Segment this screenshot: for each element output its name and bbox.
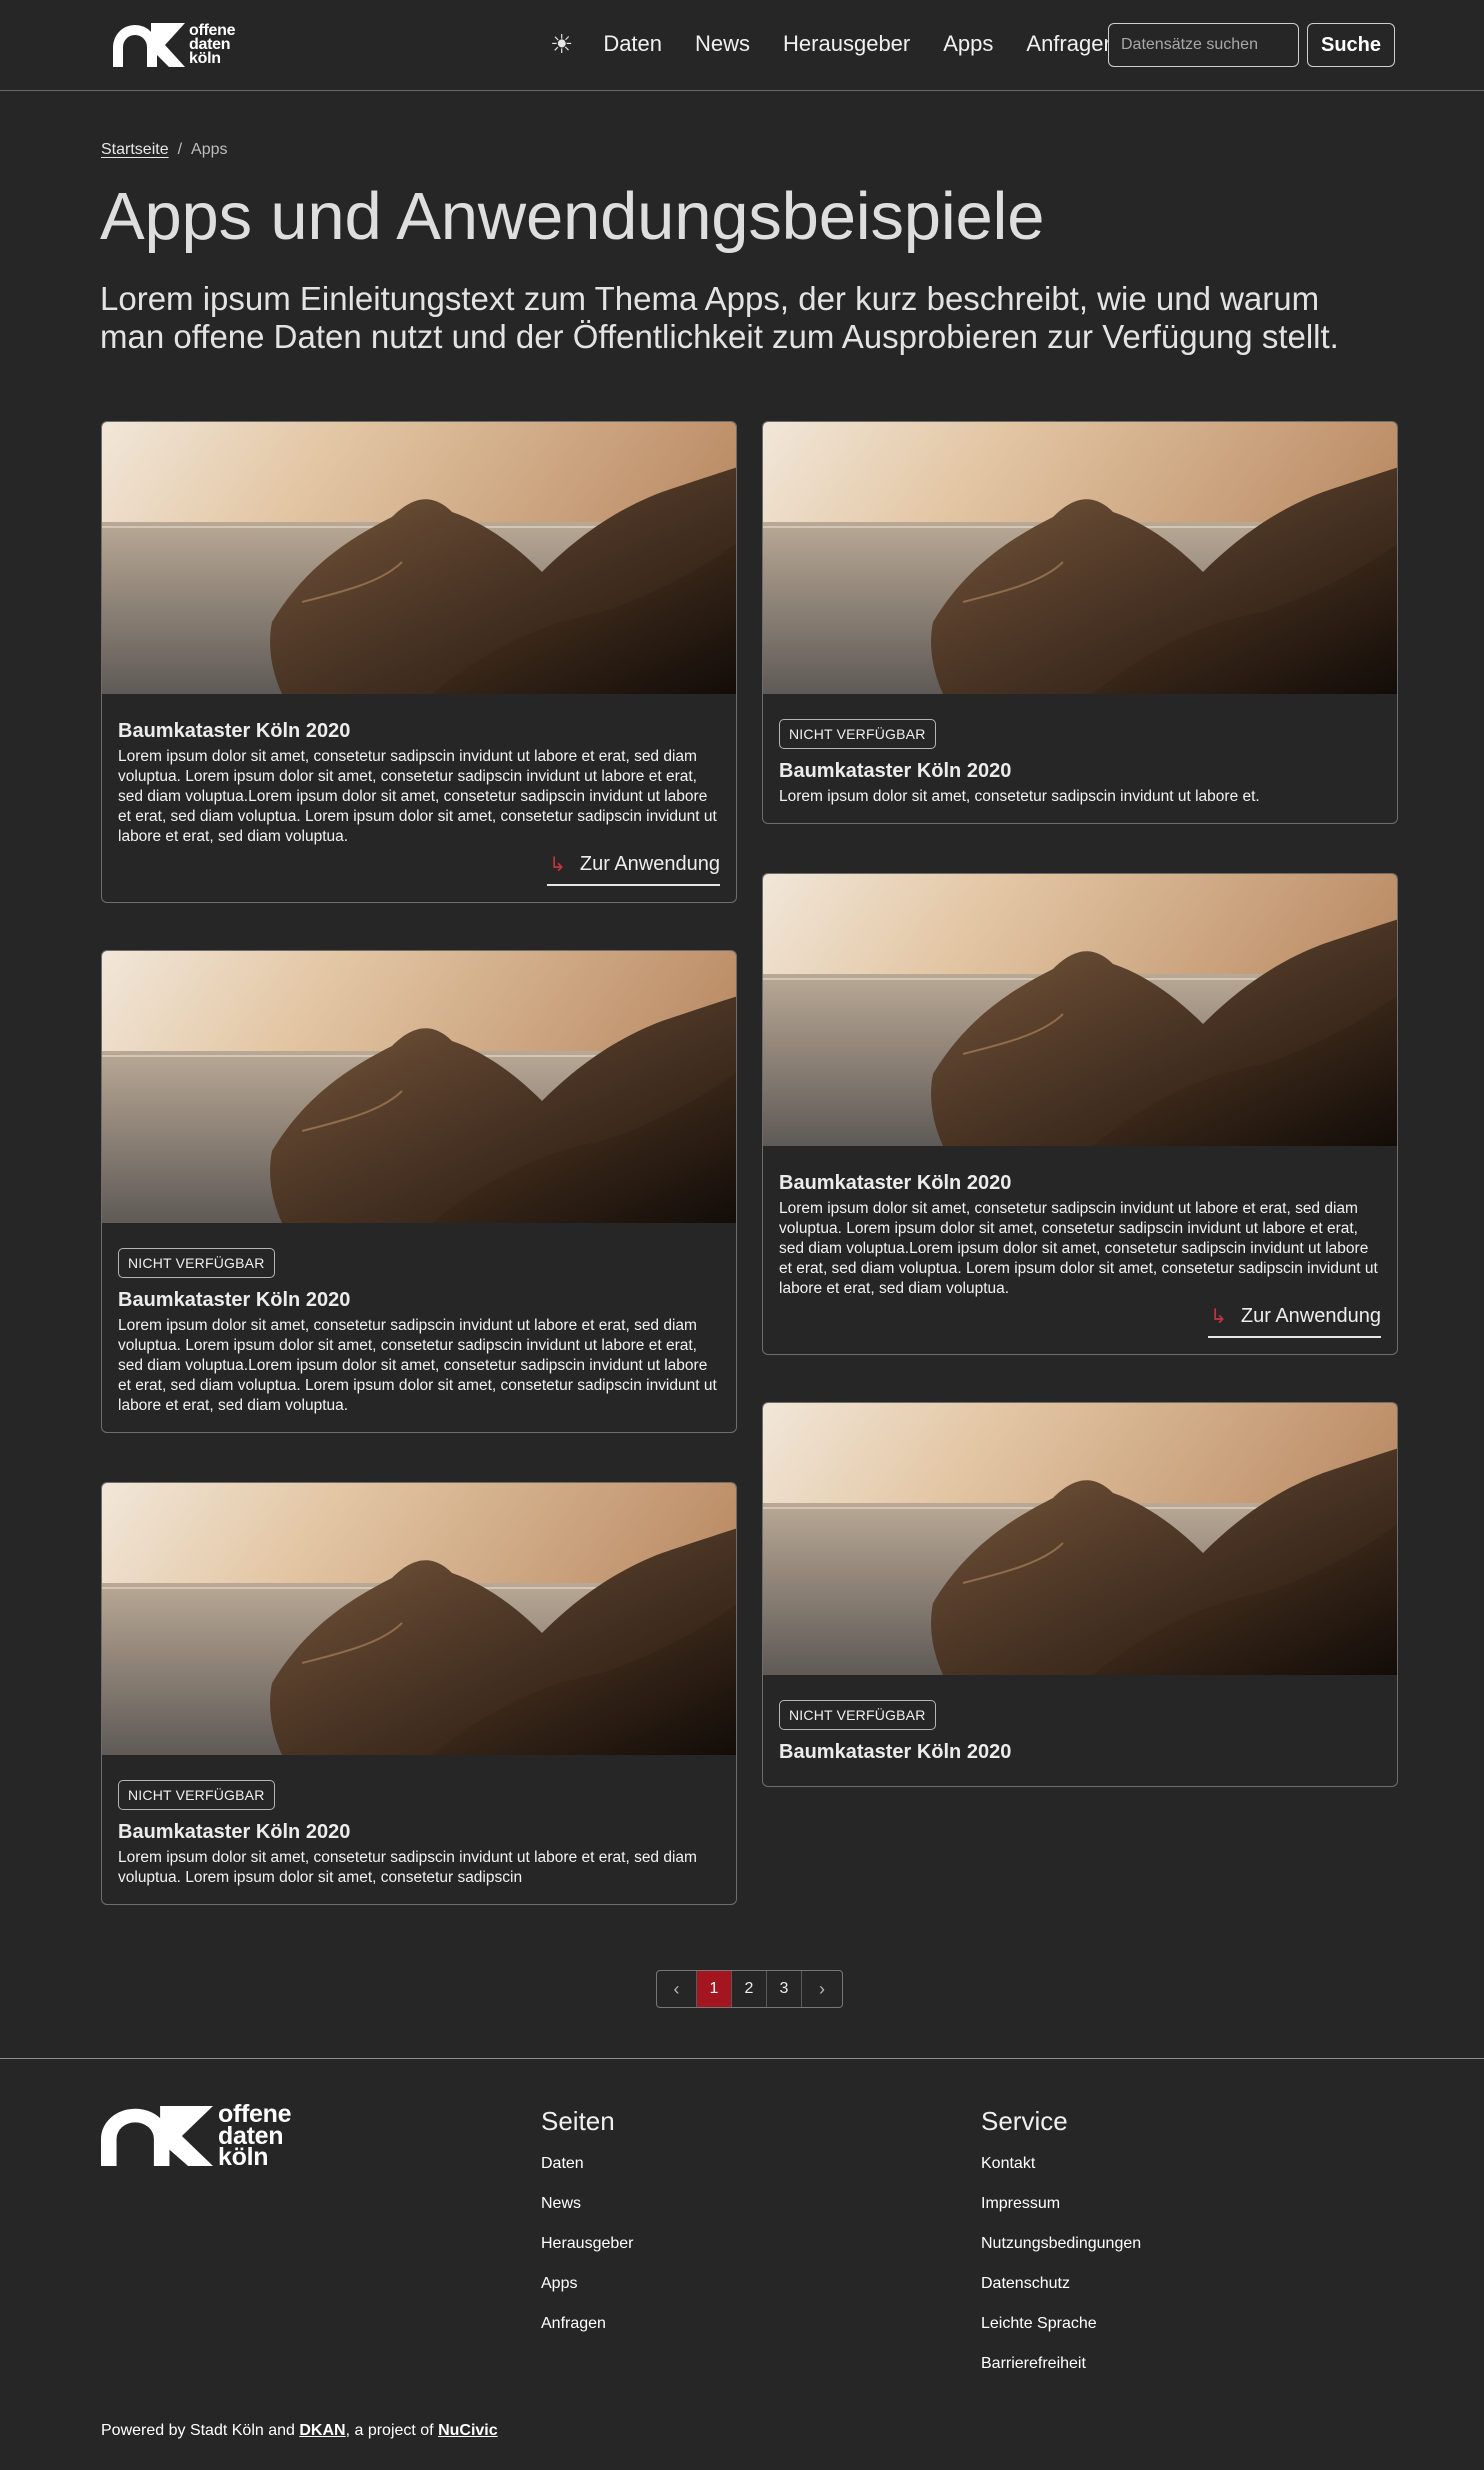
dkan-link[interactable]: DKAN — [299, 2422, 345, 2439]
app-card: Baumkataster Köln 2020 Lorem ipsum dolor… — [762, 873, 1398, 1355]
footer-pages-column: Seiten Daten News Herausgeber Apps Anfra… — [541, 2106, 634, 2354]
pagination: ‹ 1 2 3 › — [656, 1970, 843, 2008]
card-image — [763, 874, 1397, 1146]
footer-service-column: Service Kontakt Impressum Nutzungsbeding… — [981, 2106, 1141, 2394]
card-image — [102, 1483, 736, 1755]
chevron-right-icon[interactable]: › — [802, 1971, 842, 2007]
breadcrumb-current: Apps — [191, 141, 228, 158]
footer-link-daten[interactable]: Daten — [541, 2154, 634, 2194]
app-card: NICHT VERFÜGBAR Baumkataster Köln 2020 L… — [762, 421, 1398, 824]
card-text: Lorem ipsum dolor sit amet, consetetur s… — [118, 1849, 697, 1886]
breadcrumb: Startseite / Apps — [101, 141, 228, 159]
card-title: Baumkataster Köln 2020 — [118, 1289, 351, 1311]
card-text: Lorem ipsum dolor sit amet, consetetur s… — [118, 1317, 717, 1414]
footer-link-kontakt[interactable]: Kontakt — [981, 2154, 1141, 2194]
footer-link-news[interactable]: News — [541, 2194, 634, 2234]
footer-link-herausgeber[interactable]: Herausgeber — [541, 2234, 634, 2274]
open-app-label: Zur Anwendung — [1240, 1305, 1381, 1327]
chevron-left-icon[interactable]: ‹ — [657, 1971, 697, 2007]
open-app-link[interactable]: ↳ Zur Anwendung — [547, 852, 720, 886]
card-text: Lorem ipsum dolor sit amet, consetetur s… — [118, 748, 717, 845]
site-logo[interactable]: offene daten köln — [113, 22, 236, 67]
footer-link-apps[interactable]: Apps — [541, 2274, 634, 2314]
status-badge: NICHT VERFÜGBAR — [779, 1700, 936, 1730]
page-3-button[interactable]: 3 — [767, 1971, 802, 2007]
card-title: Baumkataster Köln 2020 — [779, 760, 1012, 782]
powered-mid: , a project of — [345, 2422, 439, 2439]
site-footer: offene daten köln Seiten Daten News Hera… — [0, 2058, 1484, 2470]
nav-herausgeber[interactable]: Herausgeber — [783, 31, 910, 57]
footer-link-nutzungsbedingungen[interactable]: Nutzungsbedingungen — [981, 2234, 1141, 2274]
footer-service-heading: Service — [981, 2106, 1068, 2136]
logo-mark-icon — [101, 2106, 213, 2167]
open-app-label: Zur Anwendung — [579, 853, 720, 875]
arrow-right-icon: ↳ — [549, 854, 566, 876]
main-nav: ☀ Daten News Herausgeber Apps Anfragen — [550, 31, 1149, 57]
logo-text: offene daten köln — [189, 22, 236, 67]
nav-apps[interactable]: Apps — [943, 31, 993, 57]
nav-daten[interactable]: Daten — [603, 31, 662, 57]
page-title: Apps und Anwendungsbeispiele — [100, 179, 1045, 254]
card-title: Baumkataster Köln 2020 — [118, 1821, 351, 1843]
footer-pages-heading: Seiten — [541, 2106, 615, 2136]
site-header: offene daten köln ☀ Daten News Herausgeb… — [0, 0, 1484, 91]
card-title: Baumkataster Köln 2020 — [779, 1172, 1012, 1194]
card-image — [102, 422, 736, 694]
footer-link-anfragen[interactable]: Anfragen — [541, 2314, 634, 2354]
nucivic-link[interactable]: NuCivic — [438, 2422, 498, 2439]
footer-link-leichte-sprache[interactable]: Leichte Sprache — [981, 2314, 1141, 2354]
card-text: Lorem ipsum dolor sit amet, consetetur s… — [779, 1200, 1378, 1297]
nav-news[interactable]: News — [695, 31, 750, 57]
arrow-right-icon: ↳ — [1210, 1306, 1227, 1328]
breadcrumb-separator: / — [177, 141, 183, 158]
page-2-button[interactable]: 2 — [732, 1971, 767, 2007]
logo-mark-icon — [113, 23, 185, 67]
card-title: Baumkataster Köln 2020 — [118, 720, 351, 742]
status-badge: NICHT VERFÜGBAR — [779, 719, 936, 749]
powered-by: Powered by Stadt Köln and DKAN, a projec… — [101, 2422, 498, 2440]
breadcrumb-home[interactable]: Startseite — [101, 141, 169, 159]
page-1-button[interactable]: 1 — [697, 1971, 732, 2007]
app-card: NICHT VERFÜGBAR Baumkataster Köln 2020 L… — [101, 950, 737, 1433]
search-input[interactable] — [1108, 23, 1299, 67]
search-button[interactable]: Suche — [1307, 23, 1395, 67]
footer-link-barrierefreiheit[interactable]: Barrierefreiheit — [981, 2354, 1141, 2394]
card-image — [763, 422, 1397, 694]
powered-prefix: Powered by Stadt Köln and — [101, 2422, 300, 2439]
app-card: Baumkataster Köln 2020 Lorem ipsum dolor… — [101, 421, 737, 903]
footer-link-impressum[interactable]: Impressum — [981, 2194, 1141, 2234]
logo-text: offene daten köln — [218, 2100, 292, 2171]
status-badge: NICHT VERFÜGBAR — [118, 1248, 275, 1278]
card-image — [763, 1403, 1397, 1675]
sun-icon[interactable]: ☀ — [550, 31, 573, 57]
app-card: NICHT VERFÜGBAR Baumkataster Köln 2020 L… — [101, 1482, 737, 1905]
footer-link-datenschutz[interactable]: Datenschutz — [981, 2274, 1141, 2314]
intro-text: Lorem ipsum Einleitungstext zum Thema Ap… — [100, 280, 1339, 355]
open-app-link[interactable]: ↳ Zur Anwendung — [1208, 1304, 1381, 1338]
app-card: NICHT VERFÜGBAR Baumkataster Köln 2020 — [762, 1402, 1398, 1787]
card-title: Baumkataster Köln 2020 — [779, 1741, 1012, 1763]
card-text: Lorem ipsum dolor sit amet, consetetur s… — [779, 788, 1260, 805]
status-badge: NICHT VERFÜGBAR — [118, 1780, 275, 1810]
card-image — [102, 951, 736, 1223]
nav-anfragen[interactable]: Anfragen — [1026, 31, 1115, 57]
footer-logo[interactable]: offene daten köln — [101, 2100, 292, 2171]
